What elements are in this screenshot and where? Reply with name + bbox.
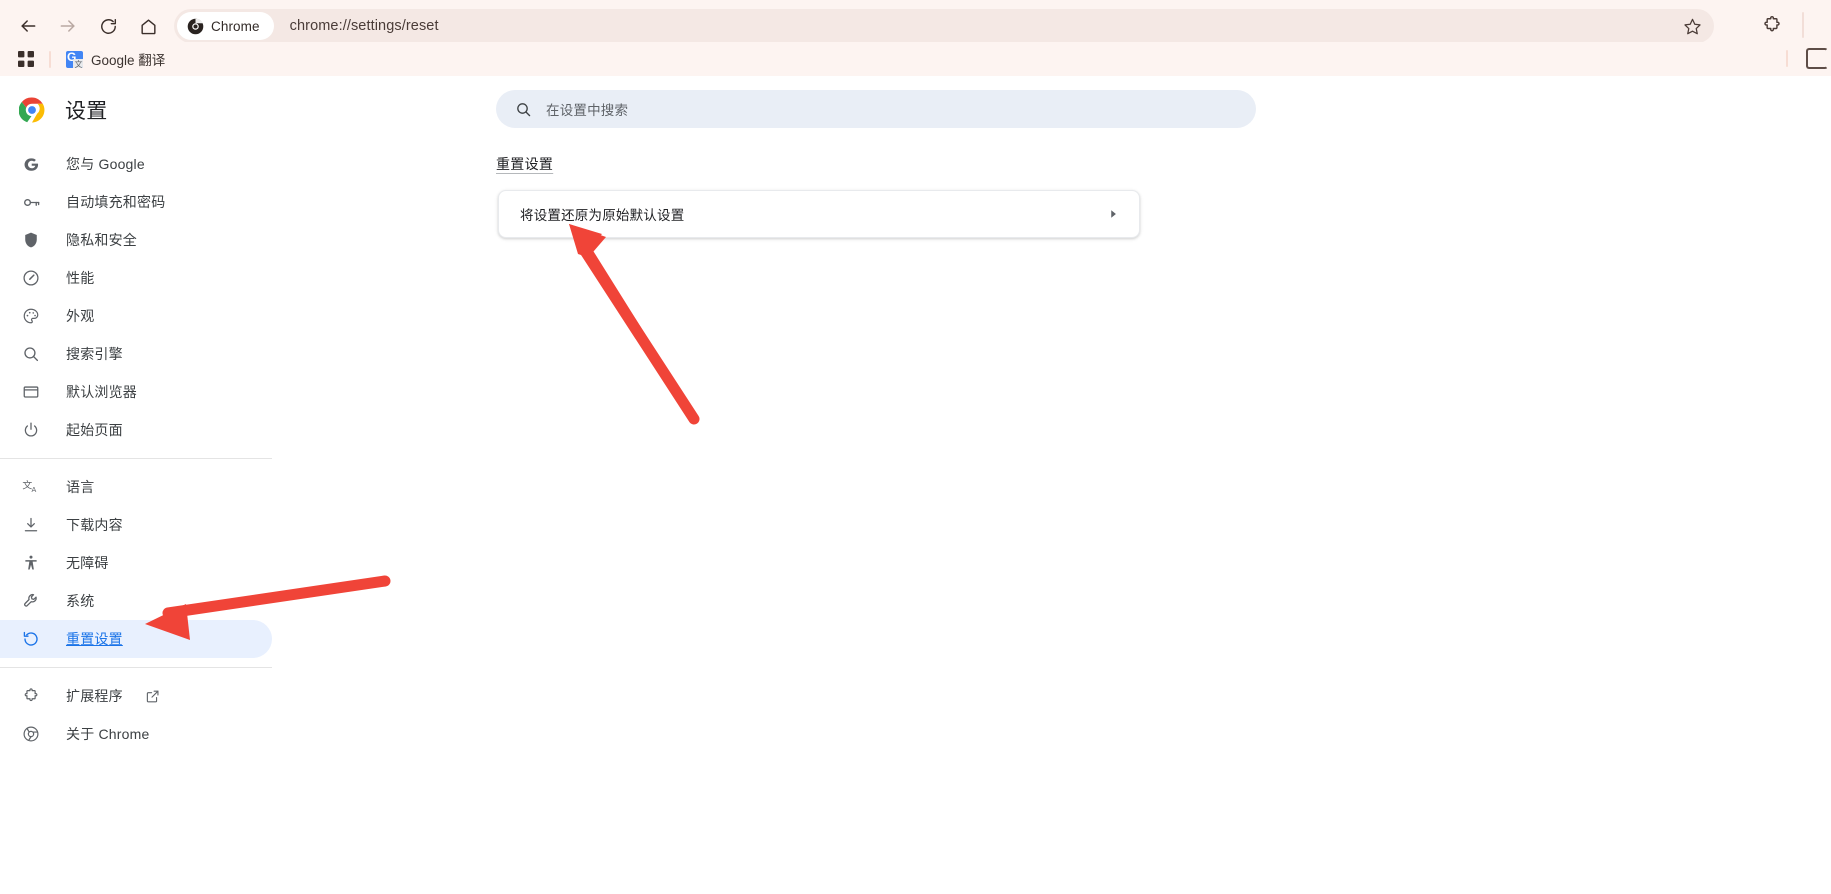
home-button[interactable] [128, 6, 168, 46]
bookmark-label: Google 翻译 [91, 53, 166, 68]
translate-icon: 文 A [20, 476, 42, 498]
chrome-icon [187, 18, 204, 34]
sidebar-item-on-startup[interactable]: 起始页面 [0, 411, 272, 449]
sidebar-item-label: 搜索引擎 [66, 346, 123, 362]
apps-shortcut-button[interactable] [12, 47, 40, 71]
grid-apps-icon [18, 51, 34, 67]
sidebar-item-label: 起始页面 [66, 422, 123, 438]
speedometer-icon [20, 267, 42, 289]
settings-page: 设置 您与 Google 自动填充和密码 隐私和安全 性能 外观 搜索引擎 默认… [0, 76, 1831, 894]
sidebar-item-accessibility[interactable]: 无障碍 [0, 544, 272, 582]
sidebar-item-label: 下载内容 [66, 517, 123, 533]
settings-search-wrapper: 在设置中搜索 [496, 90, 1256, 128]
sidebar-item-languages[interactable]: 文 A 语言 [0, 468, 272, 506]
bookmarks-bar: Google 翻译 [0, 42, 1831, 76]
sidebar-item-label: 语言 [66, 479, 95, 495]
address-bar[interactable]: Chrome chrome://settings/reset [174, 9, 1714, 43]
palette-icon [20, 305, 42, 327]
toolbar-divider [1802, 12, 1804, 38]
sidebar-item-label: 系统 [66, 593, 95, 609]
chrome-logo-icon [19, 97, 45, 123]
bookmarks-right-divider [1786, 50, 1788, 67]
star-icon [1683, 18, 1701, 34]
bookmark-item[interactable]: Google 翻译 [60, 47, 171, 71]
forward-arrow-icon [60, 20, 75, 32]
sidebar-item-label: 无障碍 [66, 555, 109, 571]
sidebar-divider-2 [0, 667, 272, 668]
chrome-icon [20, 723, 42, 745]
sidebar-item-system[interactable]: 系统 [0, 582, 272, 620]
back-arrow-icon [21, 20, 36, 32]
accessibility-icon [20, 552, 42, 574]
open-in-new-icon [145, 689, 160, 704]
omnibox-chrome-chip[interactable]: Chrome [177, 12, 274, 40]
omnibox-chip-label: Chrome [211, 18, 260, 34]
search-settings-box[interactable]: 在设置中搜索 [496, 90, 1256, 128]
home-icon [140, 18, 156, 34]
sidebar-item-label: 自动填充和密码 [66, 194, 166, 210]
bookmark-star-button[interactable] [1679, 13, 1705, 39]
extensions-button[interactable] [1756, 9, 1788, 41]
settings-nav-group-1: 您与 Google 自动填充和密码 隐私和安全 性能 外观 搜索引擎 默认浏览器… [0, 145, 272, 449]
chevron-right-icon [1106, 207, 1120, 221]
sidebar-item-reset-settings[interactable]: 重置设置 [0, 620, 272, 658]
sidebar-item-label: 关于 Chrome [66, 726, 150, 742]
sidebar-item-search-engine[interactable]: 搜索引擎 [0, 335, 272, 373]
download-icon [20, 514, 42, 536]
search-input[interactable]: 在设置中搜索 [546, 99, 628, 119]
settings-brand: 设置 [0, 82, 272, 138]
search-icon [517, 102, 531, 116]
google-g-icon [20, 153, 42, 175]
sidebar-divider-1 [0, 458, 272, 459]
puzzle-icon [20, 685, 42, 707]
sidebar-item-label: 默认浏览器 [66, 384, 137, 400]
sidebar-item-appearance[interactable]: 外观 [0, 297, 272, 335]
sidebar-item-label: 外观 [66, 308, 95, 324]
svg-text:A: A [31, 485, 36, 493]
sidebar-item-default-browser[interactable]: 默认浏览器 [0, 373, 272, 411]
reload-icon [100, 18, 116, 34]
sidebar-item-label: 隐私和安全 [66, 232, 137, 248]
search-icon [20, 343, 42, 365]
back-button[interactable] [8, 6, 48, 46]
reload-button[interactable] [88, 6, 128, 46]
sidebar-item-you-and-google[interactable]: 您与 Google [0, 145, 272, 183]
sidebar-item-label: 您与 Google [66, 156, 145, 172]
settings-nav-group-3: 扩展程序 关于 Chrome [0, 677, 272, 753]
sidebar-item-label: 重置设置 [66, 631, 123, 647]
sidebar-item-performance[interactable]: 性能 [0, 259, 272, 297]
reset-settings-card: 将设置还原为原始默认设置 [498, 190, 1140, 238]
sidebar-item-label: 扩展程序 [66, 688, 123, 704]
restore-defaults-row[interactable]: 将设置还原为原始默认设置 [499, 191, 1139, 237]
wrench-icon [20, 590, 42, 612]
sidebar-item-about-chrome[interactable]: 关于 Chrome [0, 715, 272, 753]
settings-main-content: 在设置中搜索 重置设置 将设置还原为原始默认设置 [272, 76, 1831, 894]
power-icon [20, 419, 42, 441]
window-icon [20, 381, 42, 403]
section-heading: 重置设置 [496, 156, 554, 172]
sidebar-item-extensions[interactable]: 扩展程序 [0, 677, 272, 715]
page-title: 设置 [65, 100, 108, 123]
restore-defaults-label: 将设置还原为原始默认设置 [520, 208, 685, 223]
bookmarks-divider [49, 50, 51, 68]
forward-button[interactable] [48, 6, 88, 46]
reset-icon [20, 628, 42, 650]
omnibox-url-text: chrome://settings/reset [289, 18, 439, 34]
settings-sidebar: 设置 您与 Google 自动填充和密码 隐私和安全 性能 外观 搜索引擎 默认… [0, 76, 272, 894]
puzzle-icon [1764, 15, 1780, 32]
sidebar-item-privacy-security[interactable]: 隐私和安全 [0, 221, 272, 259]
google-translate-icon [66, 50, 83, 68]
settings-nav-group-2: 文 A 语言 下载内容 无障碍 系统 重置设置 [0, 468, 272, 658]
sidebar-item-downloads[interactable]: 下载内容 [0, 506, 272, 544]
key-icon [20, 191, 42, 213]
browser-window: Chrome chrome://settings/reset G 文 Googl… [0, 0, 1831, 894]
sidebar-item-autofill[interactable]: 自动填充和密码 [0, 183, 272, 221]
bookmarks-overflow-icon[interactable] [1806, 48, 1828, 69]
sidebar-item-label: 性能 [66, 270, 95, 286]
shield-icon [20, 229, 42, 251]
